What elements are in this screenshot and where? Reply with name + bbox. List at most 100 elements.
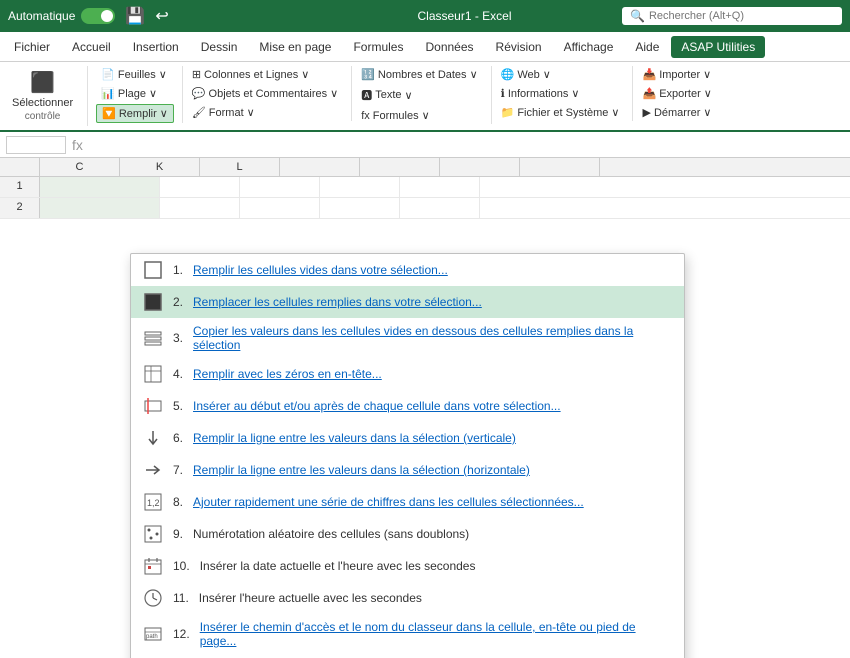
col-header-l[interactable]: L xyxy=(200,158,280,176)
format-button[interactable]: 🖌 Format ∨ xyxy=(187,104,343,121)
texte-label: Texte xyxy=(375,89,401,101)
plage-button[interactable]: 📊 Plage ∨ xyxy=(96,85,174,102)
menu-item-donnees[interactable]: Données xyxy=(415,36,483,58)
menu-item-dessin[interactable]: Dessin xyxy=(191,36,248,58)
series-icon: 1,2 xyxy=(143,492,163,512)
col-header-extra3[interactable] xyxy=(440,158,520,176)
menu-item-asap[interactable]: ASAP Utilities xyxy=(671,36,765,58)
rows-icon xyxy=(143,328,163,348)
menu-item-fichier[interactable]: Fichier xyxy=(4,36,60,58)
cell-c1[interactable] xyxy=(40,177,160,197)
cell-n1[interactable] xyxy=(400,177,480,197)
search-box[interactable]: 🔍 xyxy=(622,7,842,25)
colonnes-button[interactable]: ⊞ Colonnes et Lignes ∨ xyxy=(187,66,343,83)
formula-input[interactable] xyxy=(89,138,844,152)
cell-m1[interactable] xyxy=(320,177,400,197)
menu-item-aide[interactable]: Aide xyxy=(625,36,669,58)
menu-item-affichage[interactable]: Affichage xyxy=(554,36,624,58)
search-input[interactable] xyxy=(649,10,829,22)
item-10-text: Insérer la date actuelle et l'heure avec… xyxy=(200,559,476,573)
dropdown-item-10[interactable]: 10. Insérer la date actuelle et l'heure … xyxy=(131,550,684,582)
insert-begin-icon xyxy=(143,396,163,416)
exporter-button[interactable]: 📤 Exporter ∨ xyxy=(637,85,716,102)
importer-icon: 📥 xyxy=(642,68,656,81)
formula-bar: fx xyxy=(0,132,850,158)
fichier-systeme-button[interactable]: 📁 Fichier et Système ∨ xyxy=(496,104,625,121)
formules-button[interactable]: fx Formules ∨ xyxy=(356,107,482,124)
cell-n2[interactable] xyxy=(400,198,480,218)
menu-item-formules[interactable]: Formules xyxy=(343,36,413,58)
item-2-text: Remplacer les cellules remplies dans vot… xyxy=(193,295,482,309)
dropdown-item-1[interactable]: 1. Remplir les cellules vides dans votre… xyxy=(131,254,684,286)
col-header-extra4[interactable] xyxy=(520,158,600,176)
svg-text:path: path xyxy=(146,634,158,640)
cell-reference[interactable] xyxy=(6,136,66,154)
col-header-extra2[interactable] xyxy=(360,158,440,176)
spreadsheet: C K L 1 2 1. Remplir les cellules vides … xyxy=(0,158,850,658)
dropdown-item-7[interactable]: 7. Remplir la ligne entre les valeurs da… xyxy=(131,454,684,486)
exporter-chevron: ∨ xyxy=(704,87,712,100)
menu-item-insertion[interactable]: Insertion xyxy=(123,36,189,58)
cell-m2[interactable] xyxy=(320,198,400,218)
dropdown-item-11[interactable]: 11. Insérer l'heure actuelle avec les se… xyxy=(131,582,684,614)
web-icon: 🌐 xyxy=(501,68,515,81)
importer-chevron: ∨ xyxy=(703,68,711,81)
feuilles-chevron: ∨ xyxy=(159,68,167,81)
dropdown-item-8[interactable]: 1,2 8. Ajouter rapidement une série de c… xyxy=(131,486,684,518)
dropdown-item-5[interactable]: 5. Insérer au début et/ou après de chaqu… xyxy=(131,390,684,422)
filled-square-icon xyxy=(143,292,163,312)
undo-button[interactable]: ↩ xyxy=(155,6,168,26)
formules-label: Formules xyxy=(373,110,419,122)
cell-k1[interactable] xyxy=(160,177,240,197)
item-1-text: Remplir les cellules vides dans votre sé… xyxy=(193,263,448,277)
informations-button[interactable]: ℹ Informations ∨ xyxy=(496,85,625,102)
dropdown-item-2[interactable]: 2. Remplacer les cellules remplies dans … xyxy=(131,286,684,318)
menu-item-mise-en-page[interactable]: Mise en page xyxy=(249,36,341,58)
importer-button[interactable]: 📥 Importer ∨ xyxy=(637,66,716,83)
fichier-systeme-icon: 📁 xyxy=(501,106,515,119)
remplir-label: Remplir xyxy=(119,108,157,120)
demarrer-button[interactable]: ▶ Démarrer ∨ xyxy=(637,104,716,121)
texte-icon: 🅰 xyxy=(361,87,372,103)
dropdown-item-13[interactable]: 13. Créer une liste de noms de fichiers … xyxy=(131,654,684,658)
col-header-c[interactable]: C xyxy=(40,158,120,176)
col-header-extra[interactable] xyxy=(280,158,360,176)
formules-icon: fx xyxy=(361,110,370,122)
item-11-number: 11. xyxy=(173,591,189,605)
nombres-button[interactable]: 🔢 Nombres et Dates ∨ xyxy=(356,66,482,83)
colonnes-icon: ⊞ xyxy=(192,68,201,81)
nombres-group: 🔢 Nombres et Dates ∨ 🅰 Texte ∨ fx Formul… xyxy=(356,66,491,124)
auto-save-toggle[interactable] xyxy=(81,8,115,24)
arrow-right-icon xyxy=(143,460,163,480)
cell-l1[interactable] xyxy=(240,177,320,197)
dropdown-item-12[interactable]: path 12. Insérer le chemin d'accès et le… xyxy=(131,614,684,654)
random-icon xyxy=(143,524,163,544)
menu-item-accueil[interactable]: Accueil xyxy=(62,36,121,58)
item-7-text: Remplir la ligne entre les valeurs dans … xyxy=(193,463,530,477)
objets-button[interactable]: 💬 Objets et Commentaires ∨ xyxy=(187,85,343,102)
item-6-number: 6. xyxy=(173,431,183,445)
select-icon: ⬛ xyxy=(30,70,55,95)
colonnes-chevron: ∨ xyxy=(301,68,309,81)
select-button[interactable]: ⬛ Sélectionner contrôle xyxy=(6,66,79,126)
table-row: 1 xyxy=(0,177,850,198)
dropdown-item-3[interactable]: 3. Copier les valeurs dans les cellules … xyxy=(131,318,684,358)
cell-l2[interactable] xyxy=(240,198,320,218)
remplir-button[interactable]: 🔽 Remplir ∨ xyxy=(96,104,174,123)
calendar-icon xyxy=(143,556,163,576)
cell-c2[interactable] xyxy=(40,198,160,218)
cell-k2[interactable] xyxy=(160,198,240,218)
feuilles-button[interactable]: 📄 Feuilles ∨ xyxy=(96,66,174,83)
dropdown-item-9[interactable]: 9. Numérotation aléatoire des cellules (… xyxy=(131,518,684,550)
plage-chevron: ∨ xyxy=(149,87,157,100)
path-icon: path xyxy=(143,624,163,644)
web-button[interactable]: 🌐 Web ∨ xyxy=(496,66,625,83)
dropdown-item-6[interactable]: 6. Remplir la ligne entre les valeurs da… xyxy=(131,422,684,454)
plage-icon: 📊 xyxy=(101,87,115,100)
menu-item-revision[interactable]: Révision xyxy=(486,36,552,58)
dropdown-item-4[interactable]: 4. Remplir avec les zéros en en-tête... xyxy=(131,358,684,390)
texte-button[interactable]: 🅰 Texte ∨ xyxy=(356,85,482,105)
save-button[interactable]: 💾 xyxy=(121,4,149,28)
col-header-k[interactable]: K xyxy=(120,158,200,176)
clock-icon xyxy=(143,588,163,608)
